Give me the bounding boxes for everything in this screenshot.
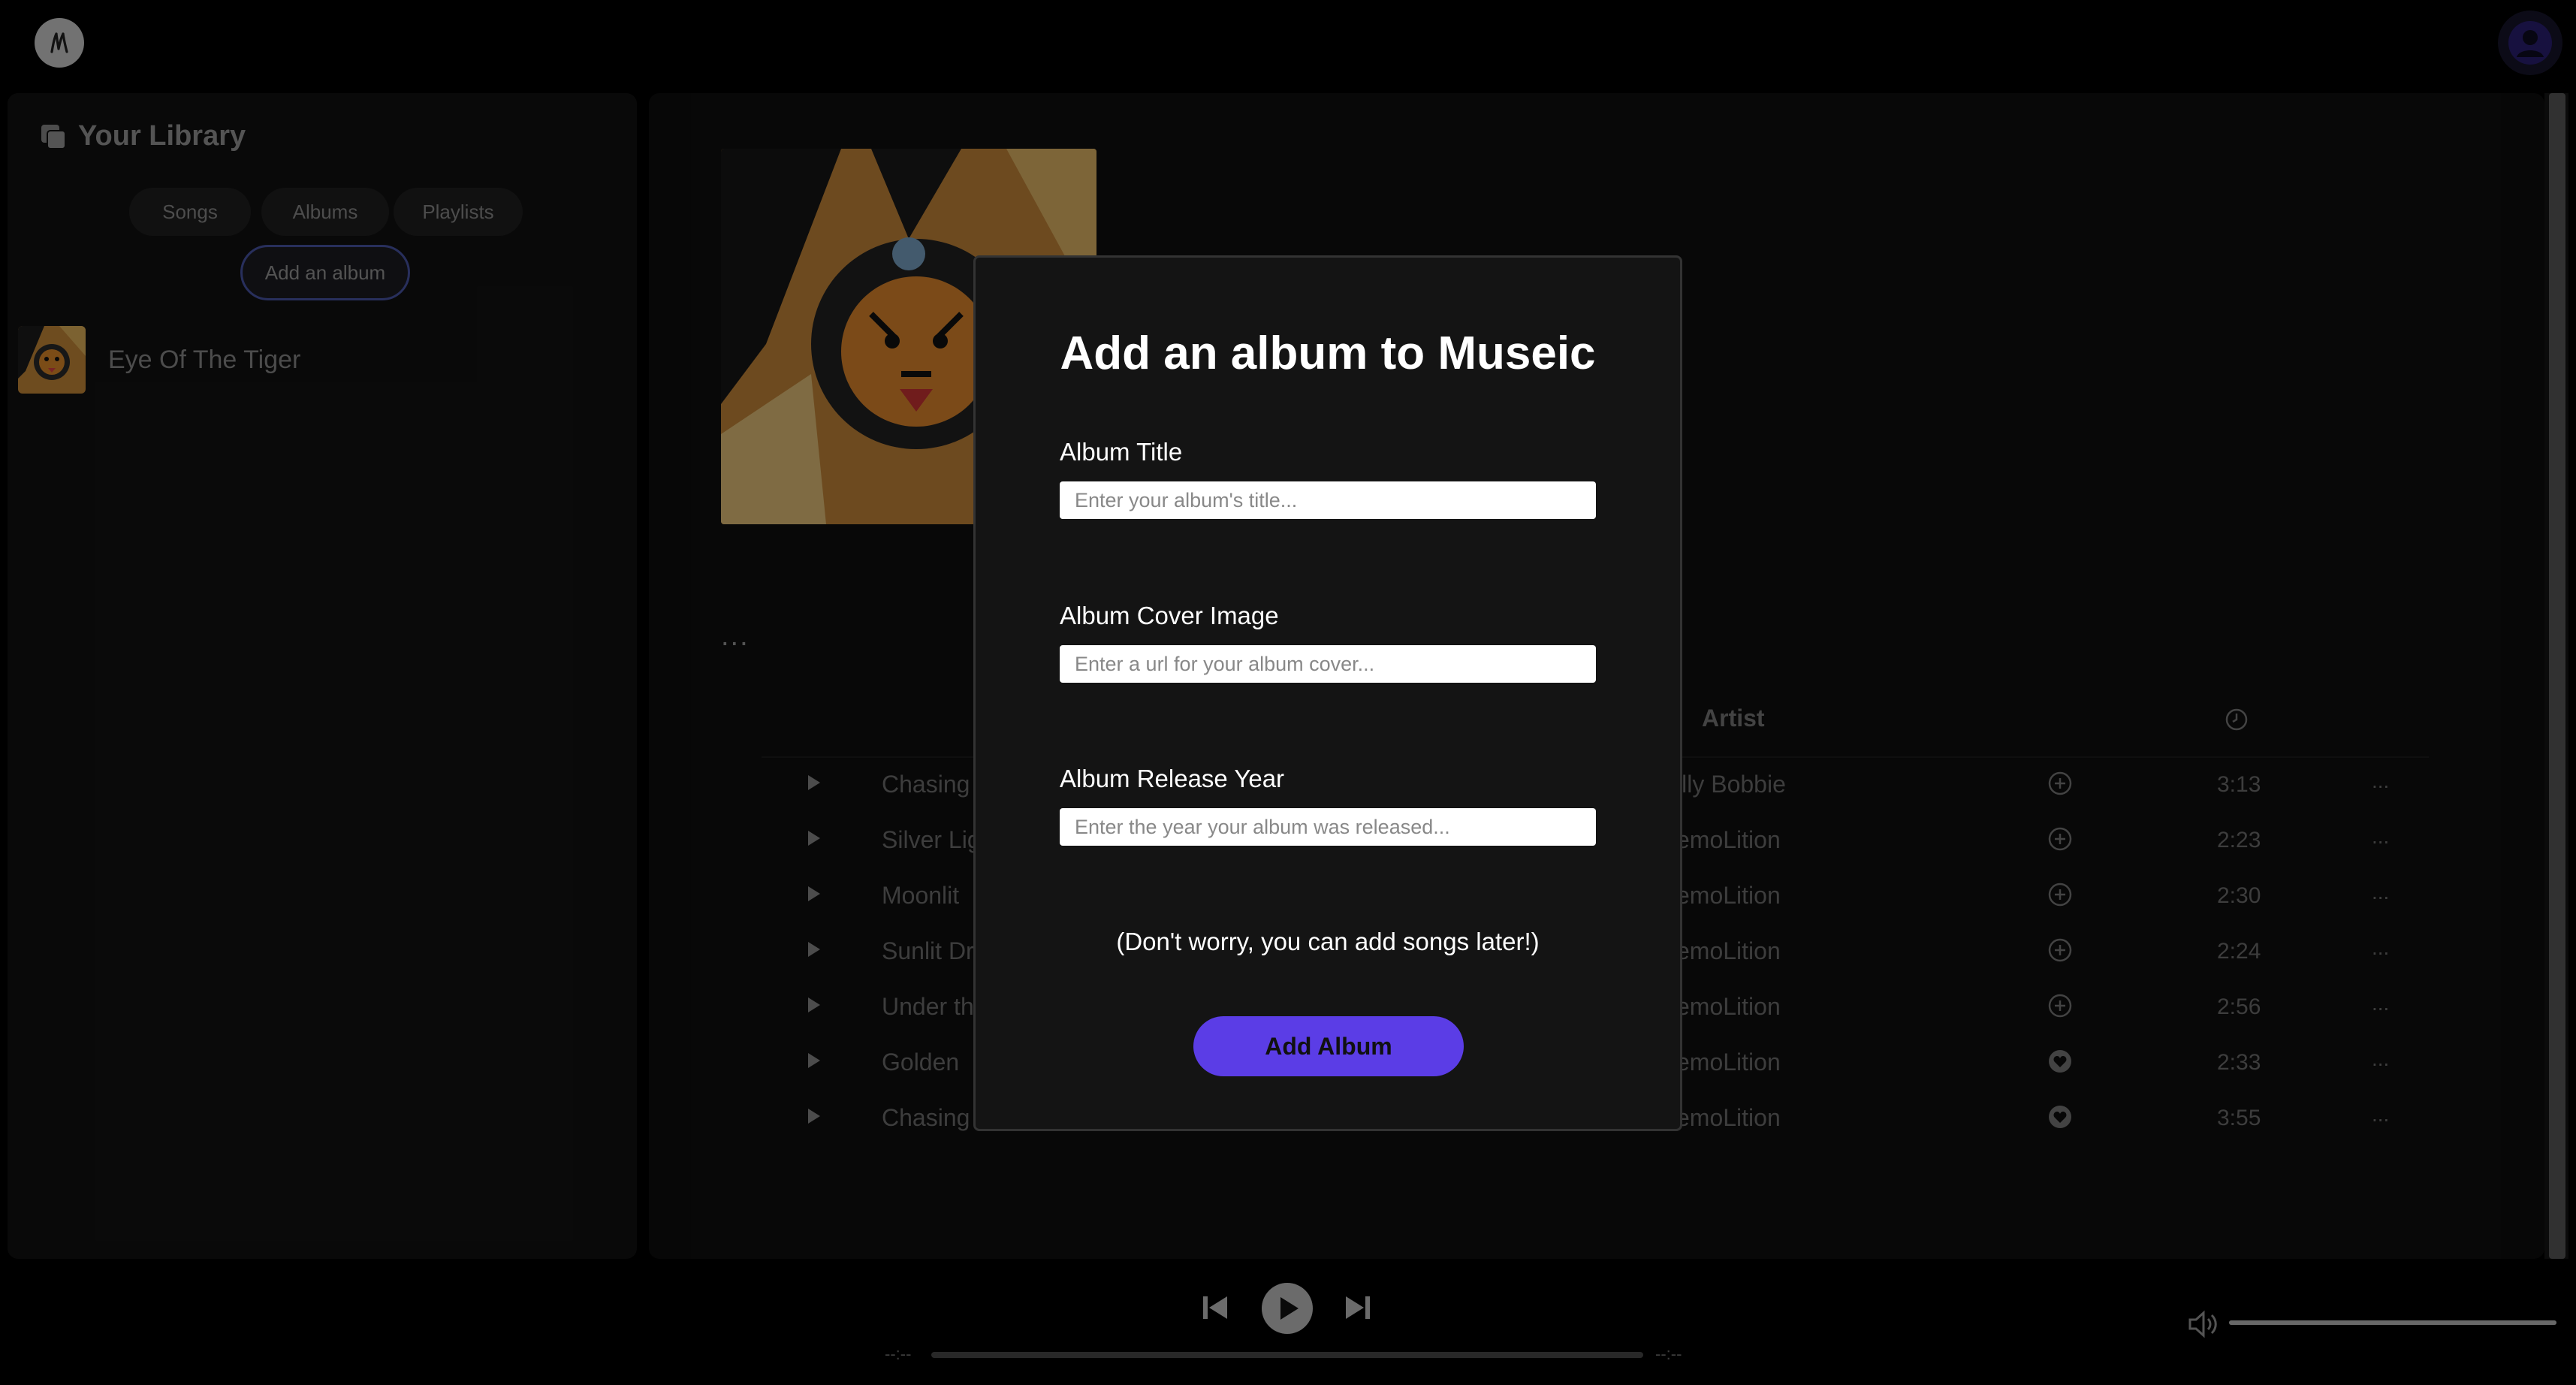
track-options-button[interactable]: ...	[2372, 991, 2389, 1015]
play-icon[interactable]	[808, 775, 820, 790]
time-elapsed: --:--	[885, 1344, 912, 1363]
track-artist: emoLition	[1676, 882, 1781, 909]
track-title: Chasing	[882, 1104, 970, 1131]
track-title: Under th	[882, 993, 974, 1020]
add-album-button[interactable]: Add an album	[240, 245, 410, 300]
filter-albums[interactable]: Albums	[261, 188, 389, 236]
track-title: Moonlit	[882, 882, 960, 909]
heart-icon[interactable]	[2047, 1104, 2073, 1130]
skip-forward-icon[interactable]	[1344, 1293, 1371, 1322]
track-duration: 2:56	[2217, 994, 2261, 1019]
album-cover-label: Album Cover Image	[1060, 602, 1279, 629]
volume-slider[interactable]	[2229, 1320, 2556, 1325]
volume-level	[2229, 1320, 2556, 1325]
album-options-button[interactable]: ...	[721, 620, 750, 653]
modal-title: Add an album to Museic	[1060, 327, 1596, 379]
track-title: Silver Lig	[882, 826, 981, 853]
album-cover-input[interactable]	[1060, 645, 1596, 683]
track-options-button[interactable]: ...	[2372, 1047, 2389, 1071]
progress-bar[interactable]	[931, 1352, 1643, 1358]
play-pause-button[interactable]	[1262, 1283, 1313, 1334]
library-item-eye-of-the-tiger[interactable]: Eye Of The Tiger	[18, 326, 300, 394]
play-icon[interactable]	[808, 1109, 820, 1124]
library-title: Your Library	[78, 120, 246, 152]
play-icon[interactable]	[808, 997, 820, 1012]
track-options-button[interactable]: ...	[2372, 825, 2389, 849]
add-circle-icon[interactable]	[2047, 882, 2073, 907]
modal-note: (Don't worry, you can add songs later!)	[1116, 928, 1540, 955]
play-icon[interactable]	[808, 1053, 820, 1068]
add-album-modal: Add an album to Museic Album Title Album…	[973, 255, 1682, 1131]
track-duration: 2:24	[2217, 939, 2261, 964]
skip-back-icon[interactable]	[1202, 1293, 1229, 1322]
track-duration: 3:13	[2217, 772, 2261, 797]
track-title: Sunlit Dr	[882, 937, 974, 964]
track-options-button[interactable]: ...	[2372, 880, 2389, 904]
track-artist: emoLition	[1676, 993, 1781, 1020]
track-artist: emoLition	[1676, 1104, 1781, 1131]
track-duration: 2:30	[2217, 883, 2261, 908]
album-title-label: Album Title	[1060, 438, 1183, 466]
release-year-label: Album Release Year	[1060, 765, 1285, 792]
track-options-button[interactable]: ...	[2372, 1103, 2389, 1127]
filter-playlists[interactable]: Playlists	[394, 188, 523, 236]
track-artist: emoLition	[1676, 1049, 1781, 1076]
add-circle-icon[interactable]	[2047, 993, 2073, 1018]
volume-icon[interactable]	[2187, 1310, 2222, 1338]
play-icon	[1280, 1297, 1299, 1320]
scrollbar-thumb[interactable]	[2549, 93, 2565, 1259]
album-title-input[interactable]	[1060, 481, 1596, 519]
library-icon	[41, 124, 66, 149]
add-circle-icon[interactable]	[2047, 937, 2073, 963]
add-circle-icon[interactable]	[2047, 826, 2073, 852]
track-title: Chasing	[882, 771, 970, 798]
track-duration: 3:55	[2217, 1106, 2261, 1130]
track-artist: emoLition	[1676, 826, 1781, 853]
play-icon[interactable]	[808, 831, 820, 846]
track-artist: illy Bobbie	[1676, 771, 1786, 798]
track-duration: 2:33	[2217, 1050, 2261, 1075]
column-header-artist: Artist	[1702, 705, 1765, 732]
album-thumbnail	[18, 326, 86, 394]
track-duration: 2:23	[2217, 828, 2261, 852]
filter-songs[interactable]: Songs	[129, 188, 251, 236]
library-header: Your Library	[39, 120, 246, 152]
heart-icon[interactable]	[2047, 1049, 2073, 1074]
track-options-button[interactable]: ...	[2372, 769, 2389, 793]
add-circle-icon[interactable]	[2047, 771, 2073, 796]
track-artist: emoLition	[1676, 937, 1781, 964]
play-icon[interactable]	[808, 942, 820, 957]
user-avatar-icon[interactable]	[2498, 11, 2562, 75]
add-album-submit-button[interactable]: Add Album	[1193, 1016, 1464, 1076]
time-total: --:--	[1655, 1344, 1682, 1363]
track-title: Golden	[882, 1049, 960, 1076]
track-options-button[interactable]: ...	[2372, 936, 2389, 960]
app-logo-icon[interactable]	[35, 18, 84, 68]
play-icon[interactable]	[808, 886, 820, 901]
clock-icon	[2225, 708, 2248, 731]
library-item-label: Eye Of The Tiger	[108, 345, 301, 374]
release-year-input[interactable]	[1060, 808, 1596, 846]
